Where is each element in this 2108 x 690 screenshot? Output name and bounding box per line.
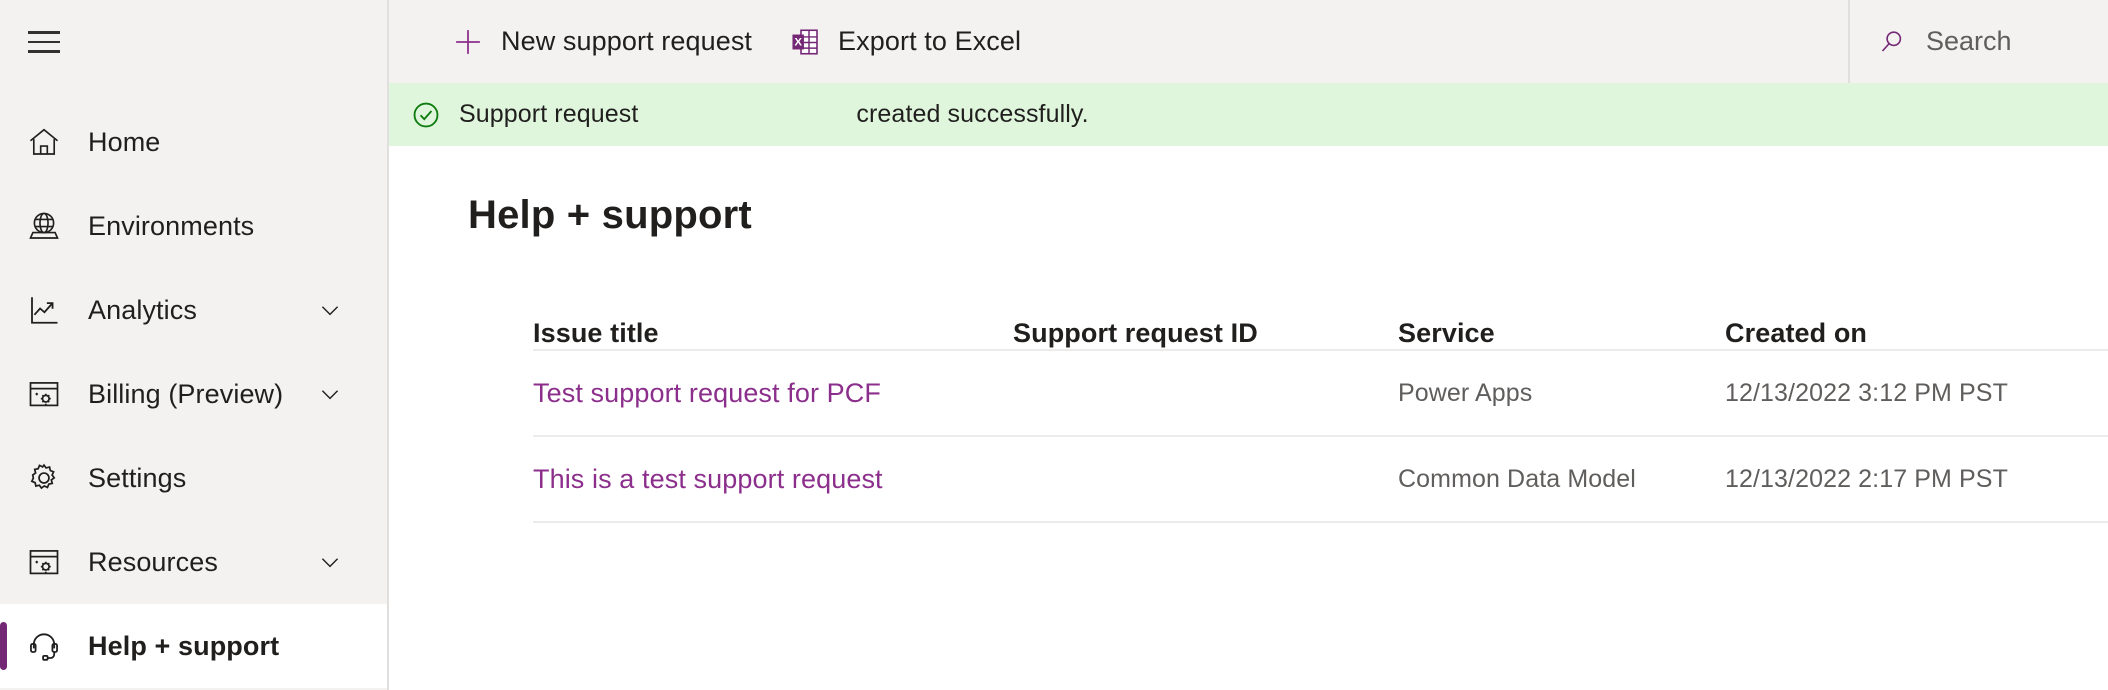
excel-icon: X (788, 25, 822, 59)
sidebar-item-label: Home (88, 126, 161, 157)
headset-icon (22, 624, 66, 668)
sidebar-item-settings[interactable]: Settings (0, 436, 387, 520)
column-header-service[interactable]: Service (1398, 318, 1725, 349)
hamburger-menu-button[interactable] (8, 6, 80, 78)
sidebar-item-label: Settings (88, 462, 187, 493)
notification-prefix: Support request (459, 100, 639, 128)
app-root: Home Environments Analytics Billing (Pre… (0, 0, 2108, 690)
sidebar-item-label: Analytics (88, 294, 197, 325)
globe-icon (22, 204, 66, 248)
billing-icon (22, 372, 66, 416)
sidebar-item-label: Billing (Preview) (88, 378, 284, 409)
success-notification-bar: Support request created successfully. (389, 83, 2108, 146)
sidebar-item-analytics[interactable]: Analytics (0, 268, 387, 352)
cell-created-on: 12/13/2022 2:17 PM PST (1725, 464, 2008, 493)
search-icon (1876, 26, 1908, 58)
main-area: New support request X Export to Excel Se… (389, 0, 2108, 690)
new-support-request-label: New support request (501, 26, 753, 56)
selection-indicator (0, 622, 7, 670)
search-placeholder: Search (1926, 26, 2012, 56)
success-notification-text: Support request created successfully. (459, 100, 1089, 129)
table-row[interactable]: This is a test support request Common Da… (533, 437, 2108, 523)
sidebar-nav: Home Environments Analytics Billing (Pre… (0, 100, 387, 688)
home-icon (22, 120, 66, 164)
chevron-down-icon[interactable] (317, 297, 343, 323)
cell-issue-title: Test support request for PCF (533, 378, 1013, 409)
hamburger-icon (28, 31, 60, 53)
sidebar-item-resources[interactable]: Resources (0, 520, 387, 604)
sidebar-item-home[interactable]: Home (0, 100, 387, 184)
sidebar: Home Environments Analytics Billing (Pre… (0, 0, 389, 690)
new-support-request-button[interactable]: New support request (433, 0, 770, 83)
issue-title-link[interactable]: Test support request for PCF (533, 378, 881, 408)
cell-service: Power Apps (1398, 378, 1533, 407)
chevron-down-icon[interactable] (317, 381, 343, 407)
plus-icon (451, 25, 485, 59)
svg-text:X: X (794, 36, 802, 48)
search-input[interactable]: Search (1848, 0, 2108, 83)
sidebar-item-label: Environments (88, 210, 255, 241)
chevron-down-icon[interactable] (317, 549, 343, 575)
command-bar: New support request X Export to Excel Se… (389, 0, 2108, 83)
issue-title-link[interactable]: This is a test support request (533, 464, 883, 494)
column-header-created-on[interactable]: Created on (1725, 318, 2108, 349)
cell-service: Common Data Model (1398, 464, 1636, 493)
table-header-row: Issue title Support request ID Service C… (533, 299, 2108, 351)
chart-line-icon (22, 288, 66, 332)
sidebar-item-billing[interactable]: Billing (Preview) (0, 352, 387, 436)
export-to-excel-button[interactable]: X Export to Excel (770, 0, 1039, 83)
page-title: Help + support (468, 193, 752, 237)
column-header-issue-title[interactable]: Issue title (533, 318, 1013, 349)
resources-icon (22, 540, 66, 584)
page-content: Help + support Issue title Support reque… (389, 146, 2108, 690)
cell-created-on: 12/13/2022 3:12 PM PST (1725, 378, 2008, 407)
table-row[interactable]: Test support request for PCF Power Apps … (533, 351, 2108, 437)
support-requests-table: Issue title Support request ID Service C… (533, 299, 2108, 523)
notification-suffix: created successfully. (856, 100, 1089, 128)
export-to-excel-label: Export to Excel (838, 26, 1022, 56)
sidebar-item-help-support[interactable]: Help + support (0, 604, 387, 688)
gear-icon (22, 456, 66, 500)
column-header-support-request-id[interactable]: Support request ID (1013, 318, 1398, 349)
check-circle-icon (409, 98, 443, 132)
sidebar-item-label: Help + support (88, 630, 280, 661)
sidebar-item-label: Resources (88, 546, 218, 577)
sidebar-item-environments[interactable]: Environments (0, 184, 387, 268)
cell-issue-title: This is a test support request (533, 464, 1013, 495)
